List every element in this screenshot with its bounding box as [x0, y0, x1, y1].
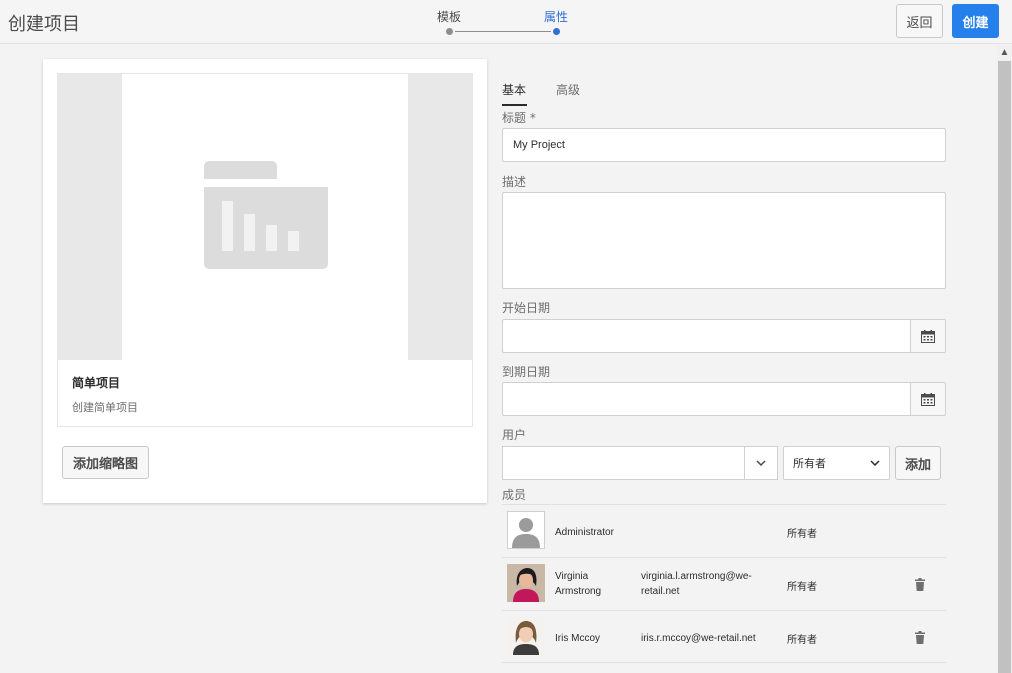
start-date-calendar-button[interactable]: [910, 319, 946, 353]
scroll-up-arrow-icon[interactable]: ▲: [997, 45, 1012, 60]
template-card: 简单项目 创建简单项目: [57, 73, 473, 427]
header-bar: 创建项目 模板 属性 返回 创建: [0, 0, 1012, 44]
user-label: 用户: [502, 428, 527, 442]
member-row: Virginia Armstrong virginia.l.armstrong@…: [502, 557, 946, 610]
tab-advanced[interactable]: 高级: [556, 81, 580, 98]
chevron-down-icon: [756, 460, 766, 466]
role-select-value: 所有者: [793, 458, 826, 470]
template-description: 创建简单项目: [72, 401, 138, 414]
page-title: 创建项目: [8, 14, 80, 35]
template-title: 简单项目: [72, 376, 121, 390]
default-user-avatar: [507, 511, 545, 549]
member-name: Virginia Armstrong: [555, 571, 602, 597]
template-panel: 简单项目 创建简单项目 添加缩略图: [43, 59, 487, 503]
add-member-button[interactable]: 添加: [895, 446, 941, 480]
start-date-label: 开始日期: [502, 301, 551, 315]
member-name: Iris Mccoy: [555, 633, 600, 644]
due-date-input[interactable]: [502, 382, 911, 416]
step-properties-dot: [553, 28, 560, 35]
back-button[interactable]: 返回: [896, 4, 943, 38]
vertical-scrollbar[interactable]: ▲: [997, 45, 1012, 673]
member-row: Administrator 所有者: [502, 504, 946, 557]
members-label: 成员: [502, 488, 527, 502]
create-button[interactable]: 创建: [952, 4, 999, 38]
member-role: 所有者: [787, 635, 817, 646]
active-tab-indicator: [502, 104, 527, 106]
trash-icon[interactable]: [914, 578, 926, 591]
title-label: 标题 *: [502, 111, 536, 125]
members-list: Administrator 所有者 Virginia Armstrong vir…: [502, 504, 946, 663]
photo-avatar: [507, 564, 545, 602]
role-select[interactable]: 所有者: [783, 446, 890, 480]
due-date-label: 到期日期: [502, 365, 551, 379]
template-thumbnail: [58, 74, 472, 360]
member-row: Iris Mccoy iris.r.mccoy@we-retail.net 所有…: [502, 610, 946, 663]
member-email: iris.r.mccoy@we-retail.net: [641, 633, 756, 644]
calendar-icon: [921, 392, 935, 406]
member-role: 所有者: [787, 582, 817, 593]
step-template-label[interactable]: 模板: [437, 8, 461, 25]
member-role: 所有者: [787, 529, 817, 540]
due-date-calendar-button[interactable]: [910, 382, 946, 416]
step-template-dot: [446, 28, 453, 35]
member-name: Administrator: [555, 527, 614, 538]
wizard-steps: 模板 属性: [436, 8, 576, 38]
member-email: virginia.l.armstrong@we-retail.net: [641, 571, 752, 597]
user-autocomplete-input[interactable]: [502, 446, 745, 480]
title-input[interactable]: My Project: [502, 128, 946, 162]
folder-chart-icon: [204, 161, 328, 269]
trash-icon[interactable]: [914, 631, 926, 644]
chevron-down-icon: [870, 460, 880, 466]
step-properties-label[interactable]: 属性: [544, 8, 568, 25]
calendar-icon: [921, 329, 935, 343]
start-date-input[interactable]: [502, 319, 911, 353]
add-thumbnail-button[interactable]: 添加缩略图: [62, 446, 149, 479]
description-textarea[interactable]: [502, 192, 946, 289]
user-dropdown-button[interactable]: [744, 446, 778, 480]
scrollbar-thumb[interactable]: [998, 61, 1011, 673]
step-connector: [455, 31, 551, 32]
tab-basic[interactable]: 基本: [502, 81, 526, 98]
description-label: 描述: [502, 175, 527, 189]
photo-avatar: [507, 617, 545, 655]
